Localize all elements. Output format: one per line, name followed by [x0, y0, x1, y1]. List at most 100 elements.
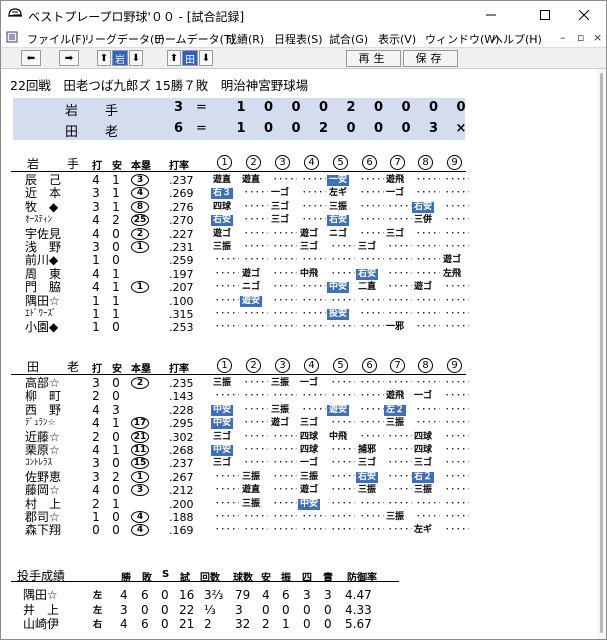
batter-name[interactable]: 高部☆	[25, 377, 85, 390]
batter-name[interactable]: ｴﾄﾞﾜｰｽﾞ	[25, 308, 85, 321]
team1-label: 岩	[115, 54, 125, 66]
menu-game[interactable]: 試合(G)	[329, 31, 368, 47]
batter-name[interactable]: 隅田☆	[25, 294, 85, 308]
at-bats: 4	[92, 266, 100, 281]
batter-name[interactable]: 小園◆	[25, 321, 85, 334]
empty-inning-dots: ･･････	[331, 391, 355, 402]
plate-appearance: 遊ゴ	[300, 485, 319, 496]
pitcher-hand: 左	[93, 605, 103, 616]
batter-name[interactable]: ｺﾝﾄﾚﾗｽ	[25, 457, 85, 470]
empty-inning-dots: ･･････	[388, 268, 412, 279]
plate-appearance: 四球	[414, 431, 433, 442]
plate-appearance: 三ゴ	[271, 201, 290, 212]
batter-name[interactable]: 西 野	[25, 403, 85, 417]
play-button[interactable]: 再生	[346, 50, 401, 67]
batter-name[interactable]: 村 上	[25, 497, 85, 511]
empty-inning-dots: ･･････	[388, 431, 412, 442]
hits: 1	[112, 293, 120, 308]
batter-name[interactable]: 門 脇	[25, 281, 85, 294]
batting-average: .235	[169, 377, 194, 390]
empty-inning-dots: ･･････	[445, 431, 469, 442]
empty-inning-dots: ･･････	[445, 188, 469, 199]
empty-inning-dots: ･･････	[331, 512, 355, 522]
team2-up-button[interactable]: ⬆	[167, 50, 181, 66]
menu-help[interactable]: ヘルプ(H)	[492, 31, 542, 47]
team-char: 田	[27, 360, 40, 374]
hits: 0	[112, 320, 120, 335]
menu-team-data[interactable]: チームデータ(T)	[154, 31, 235, 47]
team1-down-button[interactable]: ⬇	[129, 50, 143, 66]
home-runs: 17	[131, 417, 149, 430]
team2-down-button[interactable]: ⬇	[199, 50, 213, 66]
vertical-scrollbar[interactable]	[597, 69, 606, 639]
save-button[interactable]: 保存	[403, 50, 458, 67]
mdi-close-icon[interactable]: ×	[593, 31, 602, 44]
menu-schedule[interactable]: 日程表(S)	[274, 31, 323, 47]
empty-inning-dots: ･･････	[445, 471, 469, 482]
linescore-total: 3	[173, 100, 183, 115]
team1-up-button[interactable]: ⬆	[97, 50, 111, 66]
next-game-button[interactable]: ➡	[59, 50, 79, 66]
batter-row: ｺﾝﾄﾚﾗｽ3015.237三ゴ････････････一ゴ･･････三ゴ･･…	[11, 457, 469, 471]
team1-selector[interactable]: 岩	[112, 50, 128, 66]
batter-name[interactable]: 佐野恵	[25, 470, 85, 484]
empty-inning-dots: ･･････	[360, 295, 384, 306]
game-info: 22回戦 田老つば九郎ズ 15勝７敗 明治神宮野球場	[10, 78, 309, 93]
pitcher-name[interactable]: 山崎伊	[23, 617, 59, 631]
empty-inning-dots: ･･････	[388, 242, 412, 252]
mdi-minimize-icon[interactable]: –	[560, 31, 566, 44]
menu-league-data[interactable]: リーグデータ(L)	[84, 31, 165, 47]
batter-name[interactable]: 周 東	[25, 267, 85, 281]
at-bats: 3	[92, 186, 100, 201]
empty-inning-dots: ･･････	[244, 215, 268, 226]
hits: 0	[112, 253, 120, 268]
batter-name[interactable]: 宇佐見	[25, 227, 85, 241]
menu-file[interactable]: ファイル(F)	[27, 31, 86, 47]
at-bats: 4	[92, 173, 100, 187]
plate-appearance: 投安	[327, 309, 350, 320]
arrow-left-icon: ⬅	[26, 52, 36, 64]
walks: 0	[303, 602, 311, 617]
pitcher-name[interactable]: 井 上	[23, 603, 59, 617]
batter-name[interactable]: ｵｰｽﾃｨﾝ	[25, 214, 85, 227]
plate-appearance: ニゴ	[329, 228, 348, 239]
minimize-button[interactable]	[468, 1, 514, 29]
pitching-col-header: 球数	[233, 573, 253, 584]
at-bats: 4	[92, 416, 100, 431]
close-button[interactable]	[561, 1, 606, 29]
batter-name[interactable]: 牧 ◆	[25, 200, 85, 214]
pitcher-name[interactable]: 隅田☆	[23, 588, 58, 602]
plate-appearance: 中安	[211, 445, 234, 456]
batter-name[interactable]: 栗原☆	[25, 444, 85, 457]
empty-inning-dots: ･･････	[331, 378, 355, 388]
batting-average: .169	[169, 524, 194, 538]
plate-appearance: 四球	[414, 445, 433, 455]
prev-game-button[interactable]: ⬅	[21, 50, 41, 66]
menu-window[interactable]: ウィンドウ(W)	[425, 31, 499, 47]
empty-inning-dots: ･･････	[445, 404, 469, 415]
batter-name[interactable]: 辰 己	[25, 174, 85, 187]
batter-name[interactable]: 森下翔	[25, 524, 85, 537]
plate-appearance: 中飛	[329, 431, 348, 442]
scroll-thumb[interactable]	[600, 73, 603, 633]
batter-name[interactable]: 藤岡☆	[25, 484, 85, 497]
batter-name[interactable]: 近藤☆	[25, 430, 85, 444]
batter-name[interactable]: ﾃﾞｭﾗﾝ☆	[25, 417, 85, 430]
empty-inning-dots: ･･････	[215, 282, 239, 293]
menu-records[interactable]: 成績(R)	[226, 31, 264, 47]
linescore-inning: 2	[346, 100, 356, 115]
menu-view[interactable]: 表示(V)	[378, 31, 416, 47]
inning-number: 9	[447, 155, 462, 170]
team2-selector[interactable]: 田	[182, 50, 198, 66]
plate-appearance: 三併	[414, 215, 433, 226]
team-char: 手	[105, 104, 119, 119]
pitching-col-header: 振	[281, 573, 291, 584]
batter-name[interactable]: 前川◆	[25, 254, 85, 267]
team-char: 田	[65, 125, 79, 140]
batter-name[interactable]: 近 本	[25, 187, 85, 200]
plate-appearance: 三振	[329, 201, 348, 212]
saves: 0	[161, 602, 169, 617]
batter-name[interactable]: 柳 町	[25, 390, 85, 403]
empty-inning-dots: ･･････	[273, 431, 297, 442]
mdi-restore-icon[interactable]: ▫	[577, 31, 584, 44]
